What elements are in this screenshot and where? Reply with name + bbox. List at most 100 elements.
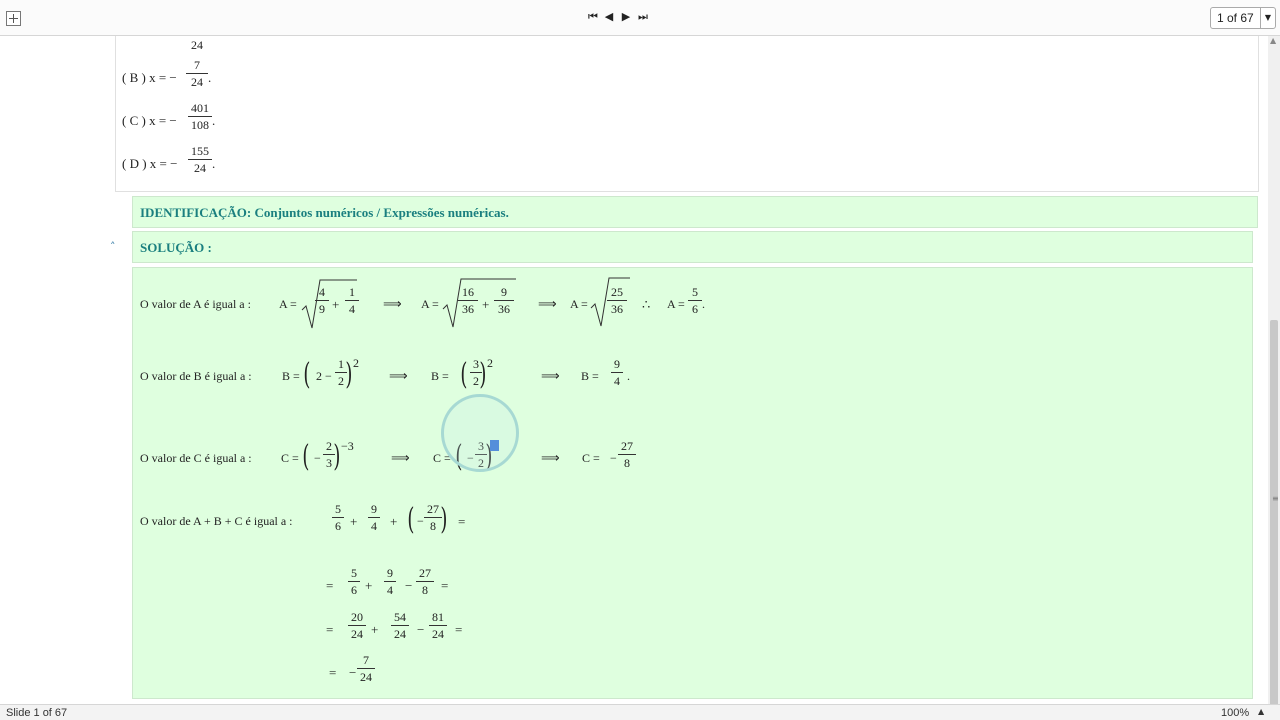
fraction-numerator: 3: [473, 357, 479, 371]
fraction-numerator: 1: [338, 357, 344, 371]
fraction-numerator: 2: [326, 439, 332, 453]
fraction-numerator: 16: [462, 285, 474, 299]
slide-counter-value: 1 of 67: [1217, 11, 1254, 25]
fraction: 94: [611, 357, 623, 388]
period: .: [212, 113, 216, 128]
slide-counter-select[interactable]: 1 of 67 ▼: [1210, 7, 1276, 29]
previous-slide-button[interactable]: ◀: [602, 9, 616, 25]
implies-arrow: ⟹: [541, 368, 560, 383]
minus-sign: −: [417, 514, 424, 528]
plus-sign: +: [390, 514, 398, 529]
equals-sign: =: [329, 665, 337, 680]
status-bar: Slide 1 of 67 100% ▲: [0, 704, 1280, 720]
option-b: ( B ) x = −: [122, 70, 177, 86]
last-slide-button[interactable]: ⏭: [636, 9, 650, 25]
fraction-denominator: 24: [394, 627, 406, 641]
expand-menu-icon[interactable]: [6, 11, 21, 26]
cursor-highlight-icon: [441, 394, 519, 472]
fraction-numerator: 1: [349, 285, 355, 299]
left-paren: (: [302, 439, 310, 474]
fraction-numerator: 5: [351, 566, 357, 580]
first-slide-button[interactable]: ⏮: [586, 9, 600, 25]
fraction-denominator: 6: [692, 302, 698, 316]
fraction-denominator: 2: [338, 374, 344, 388]
fraction-denominator: 3: [326, 456, 332, 470]
fraction-numerator: 5: [692, 285, 698, 299]
fraction: 27 8: [416, 566, 434, 597]
exponent: −3: [341, 439, 354, 453]
next-slide-button[interactable]: ▶: [619, 9, 633, 25]
fraction: 56: [688, 285, 702, 316]
option-b-label: ( B ) x = −: [122, 70, 177, 85]
fraction-denominator: 6: [335, 519, 341, 533]
period: .: [212, 156, 216, 171]
plus-sign: +: [365, 578, 373, 593]
option-c-fraction: 401 108: [188, 101, 212, 132]
equals-sign: =: [441, 578, 449, 593]
fraction-denominator: 36: [611, 302, 623, 316]
two-minus: 2 −: [316, 369, 332, 383]
scroll-up-icon[interactable]: ▲: [1270, 36, 1276, 45]
fraction-numerator: 25: [611, 285, 623, 299]
chevron-down-icon[interactable]: ▼: [1260, 8, 1275, 28]
vertical-scrollbar[interactable]: ▲: [1268, 36, 1280, 712]
implies-arrow: ⟹: [389, 368, 408, 383]
period: .: [702, 297, 705, 311]
scroll-thumb[interactable]: [1270, 320, 1278, 712]
plus-sign: +: [371, 622, 379, 637]
solution-header[interactable]: SOLUÇÃO :: [132, 231, 1253, 263]
fraction-denominator: 24: [194, 161, 206, 175]
right-paren: ): [479, 357, 487, 392]
fraction-denominator: 4: [349, 302, 355, 316]
fraction-denominator: 24: [360, 670, 372, 684]
fraction: 49: [315, 285, 329, 316]
collapse-icon[interactable]: ˄: [110, 240, 116, 253]
fraction-numerator: 5: [335, 502, 341, 516]
left-paren: (: [460, 357, 468, 392]
fraction: 20 24: [348, 610, 366, 641]
option-c-label: ( C ) x = −: [122, 113, 177, 128]
exponent: 2: [353, 356, 359, 370]
fraction: 25 36: [607, 285, 627, 316]
fraction-numerator: 54: [394, 610, 406, 624]
grip-icon[interactable]: ≡: [1272, 494, 1279, 503]
solution-panel: O valor de A é igual a : A = 49 + 14 ⟹ A…: [132, 267, 1253, 699]
b-equals: B =: [431, 369, 449, 383]
fraction-denominator: 8: [422, 583, 428, 597]
line-b-label: O valor de B é igual a :: [140, 369, 252, 383]
c-equals: C =: [582, 451, 600, 465]
fraction-denominator: 108: [191, 118, 209, 132]
minus-sign: −: [405, 578, 413, 593]
fraction-numerator: 9: [387, 566, 393, 580]
fraction-denominator: 24: [191, 38, 203, 52]
plus-sign: +: [332, 297, 340, 312]
b-equals: B =: [581, 369, 599, 383]
equals-sign: =: [326, 622, 334, 637]
fraction-denominator: 8: [624, 456, 630, 470]
fraction-numerator: 27: [621, 439, 633, 453]
fraction-denominator: 24: [432, 627, 444, 641]
zoom-up-icon[interactable]: ▲: [1258, 707, 1264, 716]
fraction-numerator: 7: [363, 653, 369, 667]
implies-arrow: ⟹: [541, 450, 560, 465]
fraction-numerator: 9: [614, 357, 620, 371]
slide-status: Slide 1 of 67: [6, 707, 68, 719]
fraction: 16 36: [458, 285, 478, 316]
fraction-denominator: 2: [473, 374, 479, 388]
left-paren: (: [407, 502, 415, 537]
right-paren: ): [345, 357, 353, 392]
fraction: 14: [345, 285, 359, 316]
fraction: 54 24: [391, 610, 409, 641]
toolbar: ⏮ ◀ ▶ ⏭ 1 of 67 ▼: [0, 0, 1280, 36]
fraction-denominator: 36: [498, 302, 510, 316]
implies-arrow: ⟹: [383, 296, 402, 311]
a-equals: A =: [667, 297, 685, 311]
zoom-level[interactable]: 100%: [1221, 707, 1249, 719]
fraction: 27 8: [424, 502, 442, 533]
fraction: 56: [348, 566, 360, 597]
fraction-denominator: 36: [462, 302, 474, 316]
fraction-numerator: 155: [191, 144, 209, 158]
equals-sign: =: [326, 578, 334, 593]
fraction-numerator: 20: [351, 610, 363, 624]
fraction-denominator: 8: [430, 519, 436, 533]
